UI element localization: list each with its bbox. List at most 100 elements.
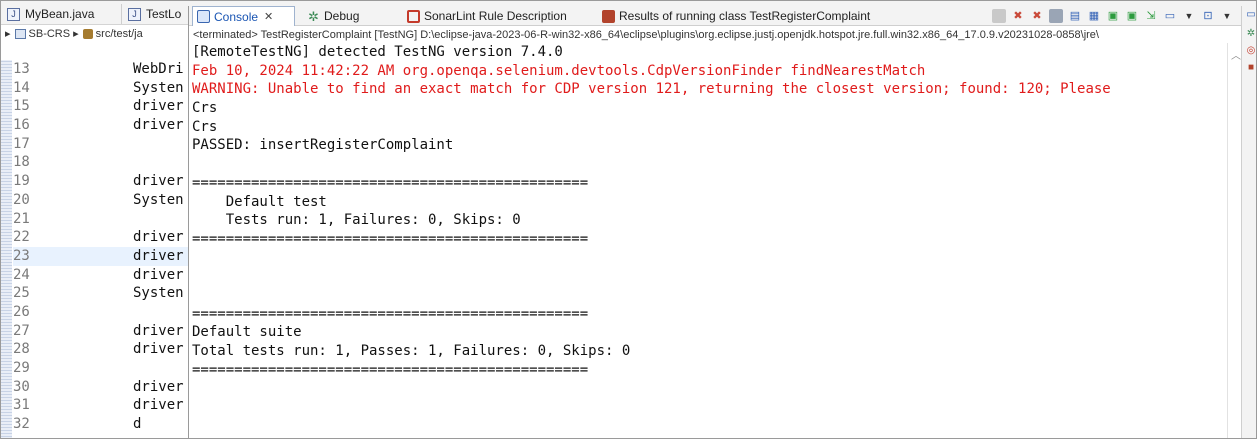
remove-launch-icon[interactable]: ✖ [1011,9,1025,23]
code-line: 23 driver [13,246,193,266]
line-number: 19 [13,173,30,190]
line-number: 18 [13,154,30,171]
console-line: ========================================… [192,230,589,247]
code-text: Systen [133,285,184,302]
code-line: 20 Systen [13,191,193,210]
line-number: 16 [13,117,30,134]
console-line: ========================================… [192,174,589,191]
code-line: 16 driver [13,116,193,135]
editor-gutter [1,60,12,438]
console-error-line: Feb 10, 2024 11:42:22 AM org.openqa.sele… [192,62,926,79]
line-number: 13 [13,61,30,77]
code-line: 27 driver [13,322,193,341]
source-folder-icon [82,28,93,39]
console-line: ========================================… [192,361,589,378]
code-text: driver [133,397,184,414]
line-number: 14 [13,79,30,96]
breadcrumb-folder[interactable]: src/test/ja [96,28,143,40]
tab-mybean-java[interactable]: J MyBean.java [4,4,122,24]
line-number: 21 [13,210,30,227]
line-number: 15 [13,98,30,115]
java-file-icon: J [128,7,141,21]
sonarlint-icon[interactable]: ◎ [1245,45,1256,57]
tab-console[interactable]: Console ✕ [192,6,295,26]
pin-console-icon[interactable]: ⇲ [1144,9,1158,23]
display-selected-console-icon[interactable]: ▭ [1163,9,1177,23]
code-line: 21 [13,210,193,229]
code-text: driver [133,247,184,264]
code-line: 22 driver [13,228,193,247]
console-view: Console ✕ ✲ Debug SonarLint Rule Descrip… [188,6,1256,438]
show-console-on-output-icon[interactable]: ▣ [1106,9,1120,23]
breadcrumb-project[interactable]: SB-CRS [29,28,71,40]
console-line: Crs [192,118,218,135]
tab-testlo[interactable]: J TestLo [125,4,191,24]
code-line: 32 d [13,415,193,434]
line-number: 25 [13,285,30,302]
tab-label: SonarLint Rule Description [424,9,567,23]
code-line: 31 driver [13,396,193,415]
code-line: 15 driver [13,97,193,116]
line-number: 26 [13,303,30,320]
line-number: 22 [13,229,30,246]
code-text: driver [133,98,184,115]
debug-icon[interactable]: ✲ [1245,28,1256,40]
line-number: 20 [13,191,30,208]
code-text: WebDri [133,61,184,77]
console-line: Default suite [192,324,302,341]
word-wrap-icon[interactable]: ▦ [1087,9,1101,23]
remove-all-terminated-icon[interactable]: ✖ [1030,9,1044,23]
line-number: 31 [13,397,30,414]
chevron-up-icon[interactable]: ︿ [1231,47,1241,62]
testng-results-icon [602,9,615,23]
line-number: 24 [13,266,30,283]
debug-icon: ✲ [308,8,319,24]
code-line: 30 driver [13,378,193,397]
clear-console-icon[interactable] [1049,9,1063,23]
line-number: 32 [13,416,30,433]
code-line: 14 Systen [13,79,193,98]
console-line: PASSED: insertRegisterComplaint [192,137,454,154]
vertical-scrollbar[interactable]: ︿ [1227,43,1241,438]
scroll-lock-icon[interactable]: ▤ [1068,9,1082,23]
chevron-right-icon: ▸ [70,28,79,40]
chevron-down-icon[interactable]: ▼ [1182,9,1196,23]
console-line: Crs [192,100,218,117]
open-console-icon[interactable]: ⊡ [1201,9,1215,23]
close-icon[interactable]: ✕ [264,10,273,23]
tab-testng-results[interactable]: Results of running class TestRegisterCom… [602,6,870,26]
code-line: 13 WebDri [13,60,193,79]
code-text: Systen [133,79,184,96]
console-toolbar: ✖ ✖ ▤ ▦ ▣ ▣ ⇲ ▭ ▼ ⊡ ▼ ▬ [992,8,1253,24]
code-text: Systen [133,191,184,208]
code-line: 29 [13,359,193,378]
show-console-on-error-icon[interactable]: ▣ [1125,9,1139,23]
console-line: ========================================… [192,305,589,322]
eclipse-window: J MyBean.java J TestLo ▸ SB-CRS ▸ src/te… [0,0,1257,439]
code-text: driver [133,341,184,358]
console-line: Tests run: 1, Failures: 0, Skips: 0 [192,212,521,229]
right-trim-toolbar: ▭ ✲ ◎ ■ [1241,6,1256,438]
console-line: [RemoteTestNG] detected TestNG version 7… [192,44,563,60]
console-launch-status: <terminated> TestRegisterComplaint [Test… [189,27,1256,43]
chevron-right-icon: ▸ [5,28,11,40]
code-line: 24 driver [13,266,193,285]
tab-sonarlint-rule-description[interactable]: SonarLint Rule Description [407,6,567,26]
line-number: 30 [13,378,30,395]
editor-code-area[interactable]: 13 WebDri 14 Systen 15 driver 16 driver 17 18 19 dr… [13,60,193,434]
tab-label: Results of running class TestRegisterCom… [619,9,871,23]
console-line: Default test [192,193,327,210]
console-output[interactable]: [RemoteTestNG] detected TestNG version 7… [189,43,1227,438]
chevron-down-icon[interactable]: ▼ [1220,9,1234,23]
console-line: Total tests run: 1, Passes: 1, Failures:… [192,343,631,359]
code-text: driver [133,322,184,339]
tab-debug[interactable]: ✲ Debug [307,6,359,26]
java-file-icon: J [7,7,20,21]
terminate-icon[interactable] [992,9,1006,23]
console-icon[interactable]: ▭ [1245,9,1256,21]
testng-results-icon[interactable]: ■ [1245,62,1256,74]
